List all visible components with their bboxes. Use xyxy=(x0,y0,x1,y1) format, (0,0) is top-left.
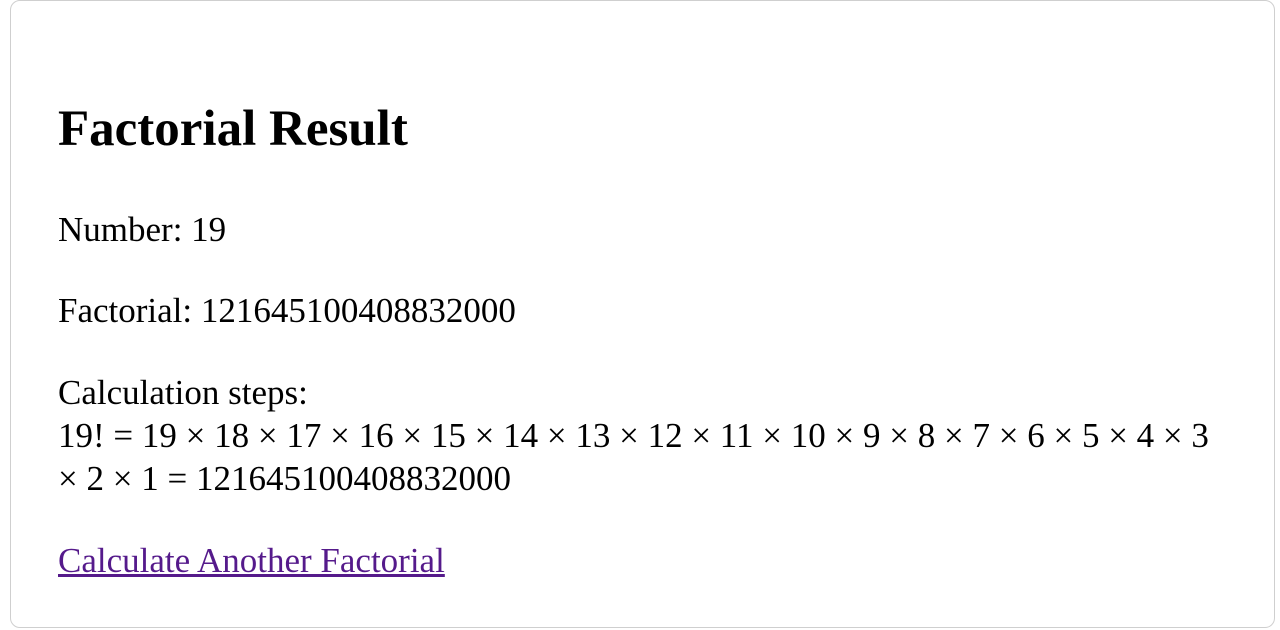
calculate-another-link[interactable]: Calculate Another Factorial xyxy=(58,539,445,582)
number-value: Number: 19 xyxy=(58,210,227,249)
factorial-value: Factorial: 121645100408832000 xyxy=(58,291,516,330)
calculation-steps: Calculation steps: 19! = 19 × 18 × 17 × … xyxy=(58,371,1228,500)
steps-label: Calculation steps: xyxy=(58,373,308,412)
steps-expression: 19! = 19 × 18 × 17 × 16 × 15 × 14 × 13 ×… xyxy=(58,416,1209,498)
page-title: Factorial Result xyxy=(58,101,408,157)
result-card: Factorial Result Number: 19 Factorial: 1… xyxy=(10,0,1275,628)
